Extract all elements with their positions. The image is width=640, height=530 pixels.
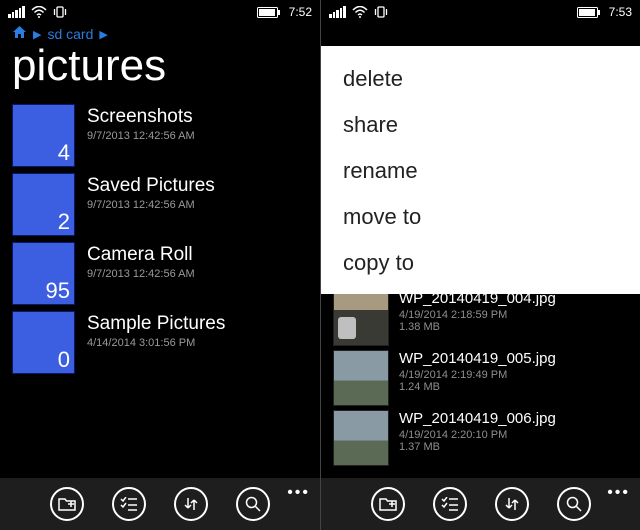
list-item[interactable]: 0 Sample Pictures 4/14/2014 3:01:56 PM bbox=[12, 311, 320, 374]
thumbnail[interactable] bbox=[333, 410, 389, 466]
wifi-icon bbox=[352, 6, 368, 18]
sort-button[interactable] bbox=[174, 487, 208, 521]
folder-list: 4 Screenshots 9/7/2013 12:42:56 AM 2 Sav… bbox=[0, 98, 320, 478]
battery-icon bbox=[257, 7, 281, 18]
folder-tile[interactable]: 0 bbox=[12, 311, 75, 374]
folder-date: 9/7/2013 12:42:56 AM bbox=[87, 199, 215, 211]
more-button[interactable]: ••• bbox=[287, 484, 310, 502]
folder-date: 9/7/2013 12:42:56 AM bbox=[87, 130, 195, 142]
breadcrumb-link[interactable]: sd card bbox=[47, 26, 93, 42]
folder-date: 9/7/2013 12:42:56 AM bbox=[87, 268, 195, 280]
breadcrumb[interactable]: ▶ sd card ▶ bbox=[0, 24, 320, 42]
folder-name: Camera Roll bbox=[87, 244, 195, 266]
battery-icon bbox=[577, 7, 601, 18]
list-item[interactable]: WP_20140419_005.jpg 4/19/2014 2:19:49 PM… bbox=[333, 350, 640, 406]
signal-icon bbox=[329, 6, 346, 18]
list-item[interactable]: 2 Saved Pictures 9/7/2013 12:42:56 AM bbox=[12, 173, 320, 236]
new-folder-button[interactable] bbox=[50, 487, 84, 521]
sort-button[interactable] bbox=[495, 487, 529, 521]
search-button[interactable] bbox=[557, 487, 591, 521]
signal-icon bbox=[8, 6, 25, 18]
status-bar: 7:52 bbox=[0, 0, 320, 24]
list-item[interactable]: WP_20140419_004.jpg 4/19/2014 2:18:59 PM… bbox=[333, 290, 640, 346]
clock: 7:52 bbox=[289, 5, 312, 19]
folder-tile[interactable]: 95 bbox=[12, 242, 75, 305]
file-size: 1.24 MB bbox=[399, 381, 556, 393]
chevron-right-icon: ▶ bbox=[99, 28, 107, 41]
phone-left: 7:52 ▶ sd card ▶ pictures 4 Screenshots … bbox=[0, 0, 320, 530]
folder-tile[interactable]: 2 bbox=[12, 173, 75, 236]
menu-item-copy-to[interactable]: copy to bbox=[343, 250, 618, 276]
chevron-right-icon: ▶ bbox=[33, 28, 41, 41]
vibrate-icon bbox=[53, 6, 67, 18]
vibrate-icon bbox=[374, 6, 388, 18]
more-button[interactable]: ••• bbox=[607, 484, 630, 502]
page-title: pictures bbox=[0, 42, 320, 98]
select-button[interactable] bbox=[112, 487, 146, 521]
folder-name: Screenshots bbox=[87, 106, 195, 128]
thumbnail[interactable] bbox=[333, 290, 389, 346]
file-size: 1.37 MB bbox=[399, 441, 556, 453]
file-list: WP_20140419_004.jpg 4/19/2014 2:18:59 PM… bbox=[321, 290, 640, 478]
file-size: 1.38 MB bbox=[399, 321, 556, 333]
file-date: 4/19/2014 2:19:49 PM bbox=[399, 369, 556, 381]
file-date: 4/19/2014 2:20:10 PM bbox=[399, 429, 556, 441]
wifi-icon bbox=[31, 6, 47, 18]
list-item[interactable]: 4 Screenshots 9/7/2013 12:42:56 AM bbox=[12, 104, 320, 167]
menu-item-move-to[interactable]: move to bbox=[343, 204, 618, 230]
app-bar: ••• bbox=[0, 478, 320, 530]
file-name: WP_20140419_005.jpg bbox=[399, 350, 556, 367]
phone-right: 7:53 delete share rename move to copy to… bbox=[320, 0, 640, 530]
select-button[interactable] bbox=[433, 487, 467, 521]
folder-tile[interactable]: 4 bbox=[12, 104, 75, 167]
context-menu: delete share rename move to copy to bbox=[321, 46, 640, 294]
clock: 7:53 bbox=[609, 5, 632, 19]
folder-date: 4/14/2014 3:01:56 PM bbox=[87, 337, 225, 349]
app-bar: ••• bbox=[321, 478, 640, 530]
home-icon[interactable] bbox=[12, 26, 27, 42]
list-item[interactable]: WP_20140419_006.jpg 4/19/2014 2:20:10 PM… bbox=[333, 410, 640, 466]
status-bar: 7:53 bbox=[321, 0, 640, 24]
search-button[interactable] bbox=[236, 487, 270, 521]
folder-name: Sample Pictures bbox=[87, 313, 225, 335]
new-folder-button[interactable] bbox=[371, 487, 405, 521]
file-name: WP_20140419_006.jpg bbox=[399, 410, 556, 427]
menu-item-delete[interactable]: delete bbox=[343, 66, 618, 92]
folder-name: Saved Pictures bbox=[87, 175, 215, 197]
menu-item-rename[interactable]: rename bbox=[343, 158, 618, 184]
list-item[interactable]: 95 Camera Roll 9/7/2013 12:42:56 AM bbox=[12, 242, 320, 305]
menu-item-share[interactable]: share bbox=[343, 112, 618, 138]
content-area: delete share rename move to copy to WP_2… bbox=[321, 24, 640, 478]
file-date: 4/19/2014 2:18:59 PM bbox=[399, 309, 556, 321]
thumbnail[interactable] bbox=[333, 350, 389, 406]
